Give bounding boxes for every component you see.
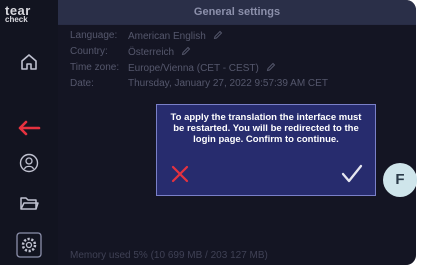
dialog-message: To apply the translation the interface m… — [170, 112, 362, 145]
logo: tear check — [5, 4, 31, 24]
callout-badge: F — [383, 163, 417, 197]
back-arrow-icon[interactable] — [0, 120, 58, 136]
home-icon[interactable] — [0, 52, 58, 72]
cancel-button[interactable] — [171, 165, 189, 183]
confirm-dialog: To apply the translation the interface m… — [156, 104, 376, 196]
close-icon — [171, 165, 189, 183]
header-bar: General settings — [58, 0, 416, 25]
page-title: General settings — [193, 6, 281, 18]
user-icon[interactable] — [0, 153, 58, 173]
settings-icon[interactable] — [0, 232, 58, 258]
checkmark-icon — [341, 164, 363, 183]
logo-line2: check — [5, 15, 28, 24]
folder-icon[interactable] — [0, 195, 58, 211]
sidebar: tear check — [0, 0, 58, 265]
confirm-button[interactable] — [341, 164, 363, 184]
